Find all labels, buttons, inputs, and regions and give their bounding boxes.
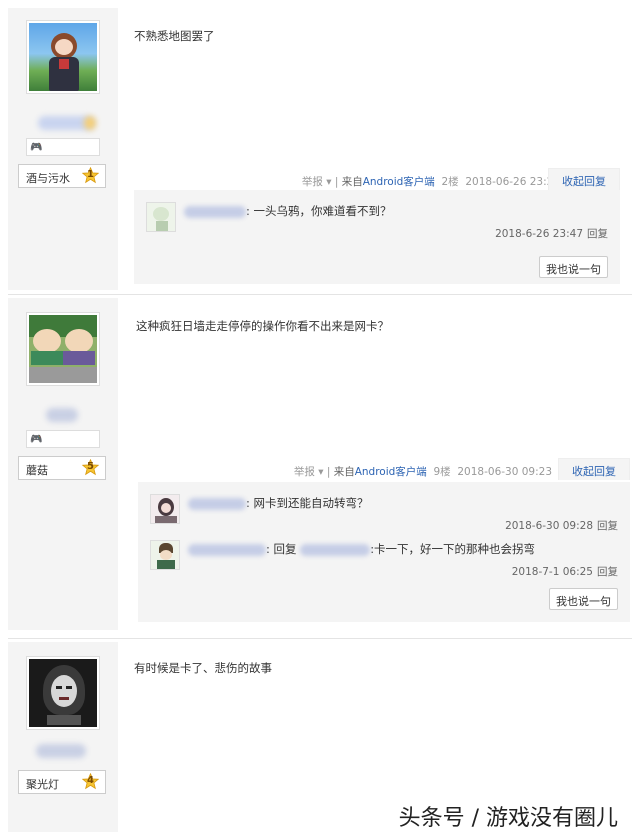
source-prefix: 来自 <box>341 176 363 188</box>
avatar[interactable] <box>26 656 100 730</box>
post-time: 2018-06-30 09:23 <box>457 466 552 478</box>
post-1: 🎮 酒与污水 1 不熟悉地图罢了 举报 ▾ | 来自Android客户端 2楼 … <box>0 8 640 290</box>
level-tag-label: 聚光灯 <box>26 778 59 791</box>
report-link[interactable]: 举报 ▾ <box>294 466 324 478</box>
reply-panel: : 网卡到还能自动转弯？ 2018-6-30 09:28 回复 : 回复 :卡一下… <box>138 482 630 622</box>
collapse-replies-button[interactable]: 收起回复 <box>548 168 620 190</box>
client-name: Android客户端 <box>362 176 435 188</box>
reply-item: : 网卡到还能自动转弯？ 2018-6-30 09:28 回复 <box>150 494 618 534</box>
reply-body: : 网卡到还能自动转弯？ <box>246 496 369 510</box>
meta-separator: | <box>334 176 339 188</box>
reply-body: : 一头乌鸦，你难道看不到？ <box>246 204 392 218</box>
level-number: 5 <box>87 461 94 472</box>
reply-text: : 网卡到还能自动转弯？ <box>188 495 369 511</box>
username-blurred[interactable] <box>46 408 78 422</box>
post-divider <box>8 638 632 639</box>
level-star-icon: 1 <box>81 166 100 184</box>
reply-text: : 一头乌鸦，你难道看不到？ <box>184 203 392 219</box>
reply-text: : 回复 :卡一下，好一下的那种也会拐弯 <box>188 541 535 557</box>
reply-link[interactable]: 回复 <box>597 520 618 532</box>
username-blurred-tail <box>84 116 96 130</box>
post-meta: 举报 ▾ | 来自Android客户端 9楼 2018-06-30 09:23 <box>294 464 552 479</box>
reply-item: : 一头乌鸦，你难道看不到？ 2018-6-26 23:47 回复 <box>146 202 608 242</box>
reply-author-blurred[interactable] <box>188 497 246 510</box>
post-meta: 举报 ▾ | 来自Android客户端 2楼 2018-06-26 23:29 <box>302 174 560 189</box>
post-content: 这种疯狂日墙走走停停的操作你看不出来是网卡？ <box>136 319 389 333</box>
reply-meta: 2018-6-26 23:47 回复 <box>495 226 608 241</box>
reply-meta: 2018-6-30 09:28 回复 <box>505 518 618 533</box>
reply-author-blurred[interactable] <box>184 205 246 218</box>
reply-author-blurred[interactable] <box>188 543 266 556</box>
post-time: 2018-06-26 23:29 <box>465 176 560 188</box>
level-tag-label: 酒与污水 <box>26 172 70 185</box>
level-number: 4 <box>87 775 94 786</box>
reply-time: 2018-6-26 23:47 <box>495 228 583 240</box>
reply-prefix: : 回复 <box>266 542 297 556</box>
client-name: Android客户端 <box>354 466 427 478</box>
level-star-icon: 4 <box>81 772 100 790</box>
post-2: 🎮 蘑菇 5 这种疯狂日墙走走停停的操作你看不出来是网卡？ 举报 ▾ | 来自A… <box>0 298 640 632</box>
username-blurred[interactable] <box>36 744 86 758</box>
post-content: 不熟悉地图罢了 <box>134 29 215 43</box>
client-source[interactable]: 来自Android客户端 <box>342 176 435 188</box>
source-prefix: 来自 <box>333 466 355 478</box>
game-badge: 🎮 <box>26 138 100 156</box>
reply-time: 2018-7-1 06:25 <box>511 566 593 578</box>
reply-meta: 2018-7-1 06:25 回复 <box>512 564 618 579</box>
reply-item: : 回复 :卡一下，好一下的那种也会拐弯 2018-7-1 06:25 回复 <box>150 540 618 580</box>
reply-panel: : 一头乌鸦，你难道看不到？ 2018-6-26 23:47 回复 我也说一句 <box>134 190 620 284</box>
watermark: 头条号 / 游戏没有圈儿 <box>398 806 618 831</box>
level-number: 1 <box>87 169 94 180</box>
gamepad-icon: 🎮 <box>30 142 43 153</box>
floor-number: 2楼 <box>441 176 459 188</box>
client-source[interactable]: 来自Android客户端 <box>334 466 427 478</box>
reply-link[interactable]: 回复 <box>597 566 618 578</box>
floor-number: 9楼 <box>433 466 451 478</box>
report-link[interactable]: 举报 ▾ <box>302 176 332 188</box>
post-divider <box>8 294 632 295</box>
level-star-icon: 5 <box>81 458 100 476</box>
reply-avatar[interactable] <box>150 494 180 524</box>
level-tag[interactable]: 酒与污水 1 <box>18 164 106 188</box>
reply-time: 2018-6-30 09:28 <box>505 520 593 532</box>
collapse-replies-button[interactable]: 收起回复 <box>558 458 630 480</box>
say-something-button[interactable]: 我也说一句 <box>549 588 618 610</box>
say-something-button[interactable]: 我也说一句 <box>539 256 608 278</box>
reply-link[interactable]: 回复 <box>587 228 608 240</box>
reply-body: :卡一下，好一下的那种也会拐弯 <box>370 542 536 556</box>
gamepad-icon: 🎮 <box>30 434 43 445</box>
level-tag-label: 蘑菇 <box>26 464 48 477</box>
level-tag[interactable]: 蘑菇 5 <box>18 456 106 480</box>
reply-avatar[interactable] <box>146 202 176 232</box>
post-content: 有时候是卡了、悲伤的故事 <box>134 661 272 675</box>
avatar[interactable] <box>26 312 100 386</box>
reply-target-blurred[interactable] <box>300 543 371 556</box>
meta-separator: | <box>326 466 331 478</box>
level-tag[interactable]: 聚光灯 4 <box>18 770 106 794</box>
avatar[interactable] <box>26 20 100 94</box>
game-badge: 🎮 <box>26 430 100 448</box>
reply-avatar[interactable] <box>150 540 180 570</box>
